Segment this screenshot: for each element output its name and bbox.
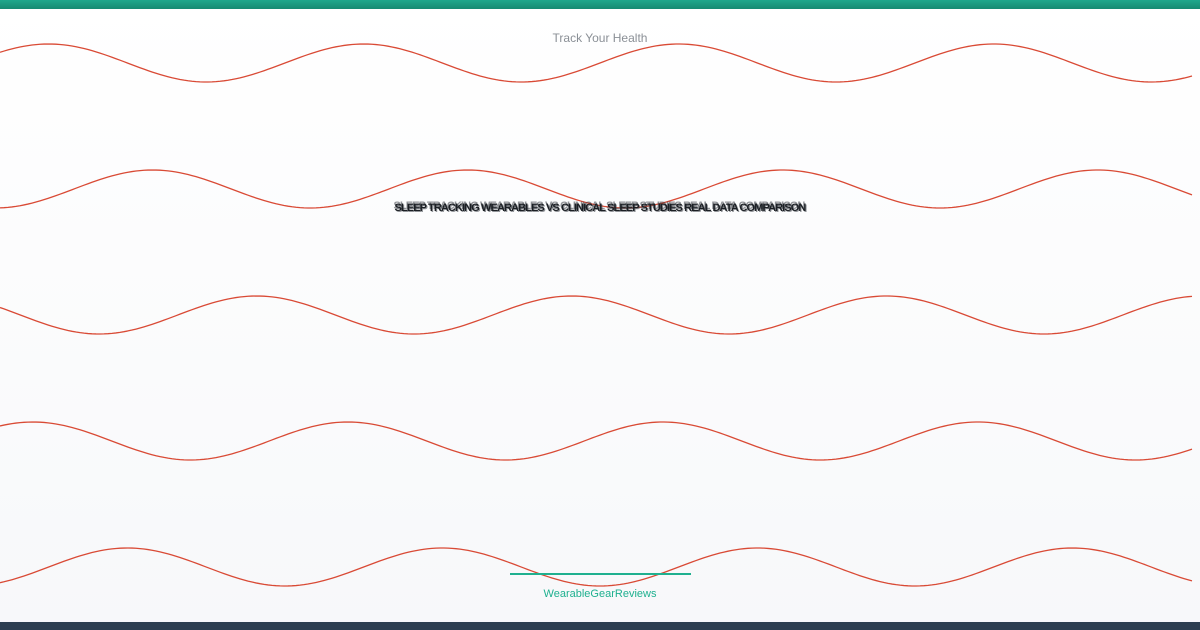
wave-line <box>0 421 1193 461</box>
tagline: Track Your Health <box>552 31 648 45</box>
wave-line <box>0 547 1193 587</box>
wave-line <box>0 43 1193 83</box>
headline-text: SLEEP TRACKING WEARABLES VS CLINICAL SLE… <box>394 202 807 214</box>
wave-pattern <box>0 43 1193 587</box>
bottom-bar <box>0 622 1200 630</box>
brand-name: WearableGearReviews <box>543 588 657 600</box>
headline: SLEEP TRACKING WEARABLES VS CLINICAL SLE… <box>0 200 1200 222</box>
wave-line <box>0 295 1193 335</box>
brand-divider <box>510 573 691 575</box>
